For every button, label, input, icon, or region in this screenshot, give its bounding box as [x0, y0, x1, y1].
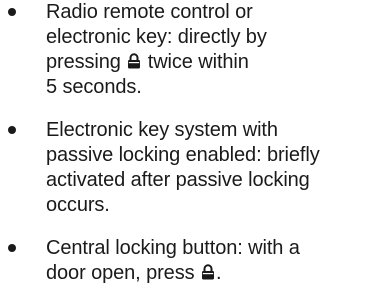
list-item-text: Central locking button: with a door open…	[46, 236, 376, 286]
text-line: Radio remote control or	[46, 1, 253, 23]
bullet-icon	[8, 126, 16, 134]
text-segment: .	[215, 262, 222, 284]
lock-icon	[128, 53, 141, 69]
bullet-icon	[8, 244, 16, 252]
text-line: Central locking button: with a	[46, 237, 300, 259]
text-segment: twice within	[147, 51, 249, 73]
text-line-with-icon: pressing twice within	[46, 50, 376, 75]
text-line: activated after passive locking	[46, 169, 310, 191]
text-line-with-icon: door open, press .	[46, 261, 376, 286]
text-segment: door open, press	[46, 262, 195, 284]
bullet-icon	[8, 8, 16, 16]
text-line: 5 seconds.	[46, 76, 142, 98]
text-line: occurs.	[46, 194, 110, 216]
text-line: electronic key: directly by	[46, 26, 267, 48]
list-item-text: Electronic key system with passive locki…	[46, 118, 376, 218]
list-item-text: Radio remote control or electronic key: …	[46, 0, 376, 100]
text-line: Electronic key system with	[46, 119, 278, 141]
text-line: passive locking enabled: briefly	[46, 144, 320, 166]
text-segment: pressing	[46, 51, 121, 73]
lock-icon	[201, 264, 214, 280]
